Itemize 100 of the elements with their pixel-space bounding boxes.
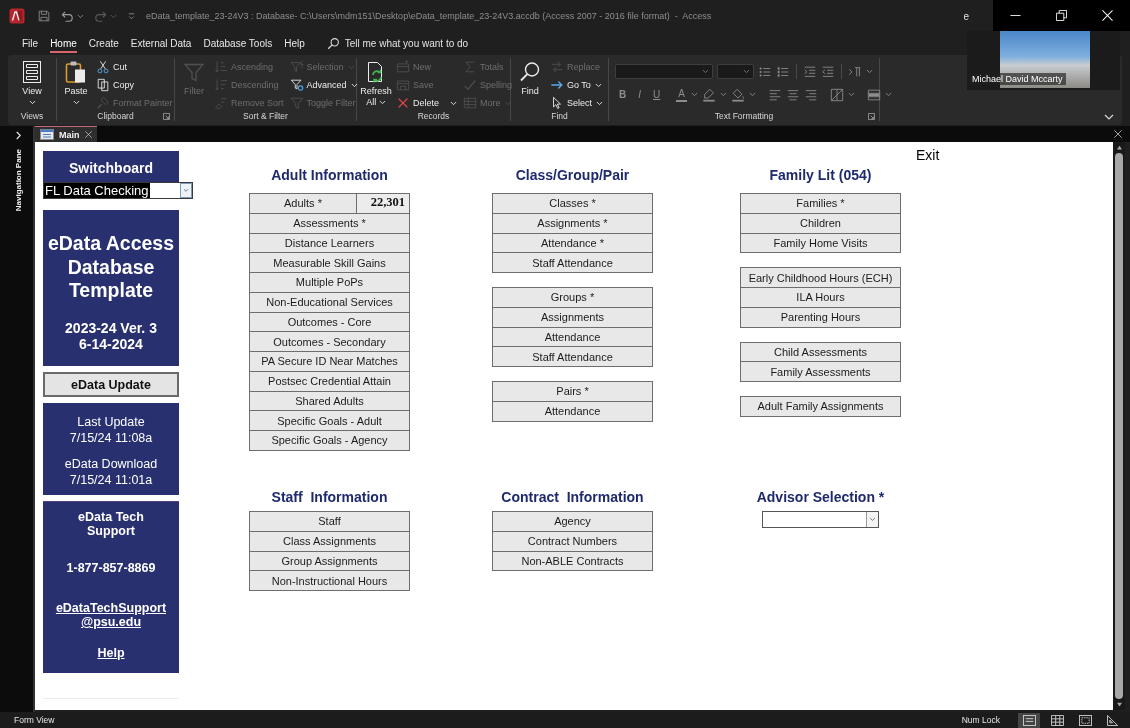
form-button[interactable]: Non-ABLE Contracts <box>492 550 653 572</box>
scroll-down-icon[interactable] <box>1115 702 1123 707</box>
align-center-icon[interactable] <box>785 87 800 102</box>
customize-icon[interactable] <box>127 11 136 21</box>
form-button[interactable]: Assignments <box>492 306 653 328</box>
menu-tab[interactable]: Database Tools <box>203 34 273 53</box>
form-view-button[interactable] <box>1018 712 1040 728</box>
form-button[interactable]: Specific Goals - Adult <box>249 410 410 431</box>
update-button[interactable]: eData Update <box>43 372 179 397</box>
form-button[interactable]: Family Home Visits <box>740 232 901 254</box>
form-button[interactable]: ILA Hours <box>740 287 901 308</box>
numbered-list-icon[interactable] <box>776 64 790 79</box>
form-icon <box>40 129 54 140</box>
view-button[interactable]: View <box>17 58 47 105</box>
form-button[interactable]: Non-Instructional Hours <box>249 570 410 591</box>
copy-icon <box>96 78 110 92</box>
update-time: 7/15/24 11:01a <box>68 472 154 488</box>
highlighter-icon[interactable] <box>701 87 716 102</box>
go-to-button[interactable]: Go To <box>550 76 603 94</box>
right-arrow-icon <box>550 78 564 92</box>
form-button[interactable]: Assessments * <box>249 212 410 234</box>
tell-me-field[interactable]: Tell me what you want to do <box>344 35 495 52</box>
refresh-all-button[interactable]: Refresh All <box>361 58 391 108</box>
form-button[interactable]: Child Assessments <box>740 341 901 363</box>
form-button[interactable]: Early Childhood Hours (ECH) <box>740 267 901 288</box>
close-icon[interactable] <box>1114 130 1122 138</box>
form-button[interactable]: Adults * <box>249 193 357 214</box>
funnel-icon <box>289 96 304 110</box>
scrollbar-thumb[interactable] <box>1115 153 1123 699</box>
menu-tab[interactable]: Create <box>88 34 119 53</box>
new-record-icon <box>396 60 410 74</box>
form-button[interactable]: Class Assignments <box>249 530 410 552</box>
form-button[interactable]: Staff Attendance <box>492 346 653 367</box>
delete-icon <box>396 96 410 110</box>
bulleted-list-icon[interactable] <box>758 64 772 79</box>
close-icon[interactable] <box>85 131 92 138</box>
switchboard-select[interactable]: FL Data Checking <box>43 182 193 199</box>
menu-tab[interactable]: External Data <box>130 34 192 53</box>
exit-button[interactable]: Exit <box>916 147 940 163</box>
support-email-link[interactable]: eDataTechSupport @psu.edu <box>50 601 172 629</box>
select-button[interactable]: Select <box>550 94 603 112</box>
align-right-icon[interactable] <box>803 87 818 102</box>
form-button[interactable]: PA Secure ID Near Matches <box>249 351 410 372</box>
text-direction-icon[interactable] <box>848 64 862 79</box>
app-logo-icon <box>9 8 25 24</box>
form-button[interactable]: Assignments * <box>492 212 653 234</box>
form-button[interactable]: Agency <box>492 511 653 532</box>
increase-indent-icon[interactable] <box>803 64 817 79</box>
align-left-icon[interactable] <box>767 87 782 102</box>
form-button[interactable]: Attendance <box>492 400 653 422</box>
help-link[interactable]: Help <box>97 646 125 660</box>
form-button[interactable]: Staff Attendance <box>492 252 653 273</box>
form-button[interactable]: Specific Goals - Agency <box>249 430 410 451</box>
save-icon[interactable] <box>37 9 51 23</box>
update-label: Last Update <box>76 414 146 430</box>
scroll-up-icon[interactable] <box>1115 145 1123 150</box>
eraser-icon <box>214 96 228 110</box>
form-button[interactable]: Multiple PoPs <box>249 272 410 293</box>
group-label: Records <box>417 111 450 121</box>
copy-button[interactable]: Copy <box>96 76 173 94</box>
form-button[interactable]: Measurable Skill Gains <box>249 252 410 273</box>
save-record-icon <box>396 78 410 92</box>
section-heading: Family Lit (054) <box>768 167 873 183</box>
banner-title: eData Access Database Template <box>46 232 176 303</box>
form-button[interactable]: Staff <box>249 511 410 532</box>
paste-button[interactable]: Paste <box>61 58 91 105</box>
caret-icon <box>743 69 750 74</box>
form-button[interactable]: Adult Family Assignments <box>740 396 901 417</box>
support-title: eData Tech Support <box>77 510 145 538</box>
form-button[interactable]: Families * <box>740 193 901 214</box>
window-title: eData_template_23-24V3 : Database- C:\Users\mdm151\Desktop\eData_template_23-24V3.accdb (Access 2007 - 2016 file format) - Access <box>146 11 712 21</box>
cut-button[interactable]: Cut <box>96 58 173 76</box>
search-icon <box>326 37 340 50</box>
num-lock-indicator: Num Lock <box>961 715 1000 725</box>
form-button[interactable]: Groups * <box>492 287 653 308</box>
gridlines-icon[interactable] <box>829 87 844 102</box>
paint-bucket-icon[interactable] <box>730 87 745 102</box>
menu-tab[interactable]: File <box>22 34 39 53</box>
document-tab[interactable]: Main <box>35 126 97 142</box>
form-button[interactable]: Children <box>740 212 901 234</box>
advisor-select[interactable] <box>762 511 879 528</box>
menu-tab[interactable]: Home <box>50 34 77 53</box>
form-button[interactable]: Pairs * <box>492 381 653 402</box>
form-button[interactable]: Postsec Credential Attain <box>249 370 410 392</box>
dialog-launcher-icon[interactable] <box>163 113 170 120</box>
form-button[interactable]: Family Assessments <box>740 361 901 382</box>
find-button[interactable]: Find <box>515 58 545 97</box>
decrease-indent-icon[interactable] <box>821 64 835 79</box>
advanced-button[interactable]: Advanced <box>289 76 358 94</box>
form-button[interactable]: Outcomes - Secondary <box>249 331 410 352</box>
group-label: Clipboard <box>97 111 134 121</box>
alternate-row-icon[interactable] <box>866 87 881 102</box>
form-button[interactable]: Non-Educational Services <box>249 291 410 313</box>
delete-button[interactable]: Delete <box>396 94 457 112</box>
form-button[interactable]: Parenting Hours <box>740 306 901 328</box>
menu-tab[interactable]: Help <box>284 34 305 53</box>
form-button[interactable]: Classes * <box>492 193 653 214</box>
form-button[interactable]: Contract Numbers <box>492 530 653 552</box>
navigation-pane-button[interactable]: Navigation Pane <box>0 126 35 712</box>
support-phone: 1-877-857-8869 <box>66 561 156 575</box>
